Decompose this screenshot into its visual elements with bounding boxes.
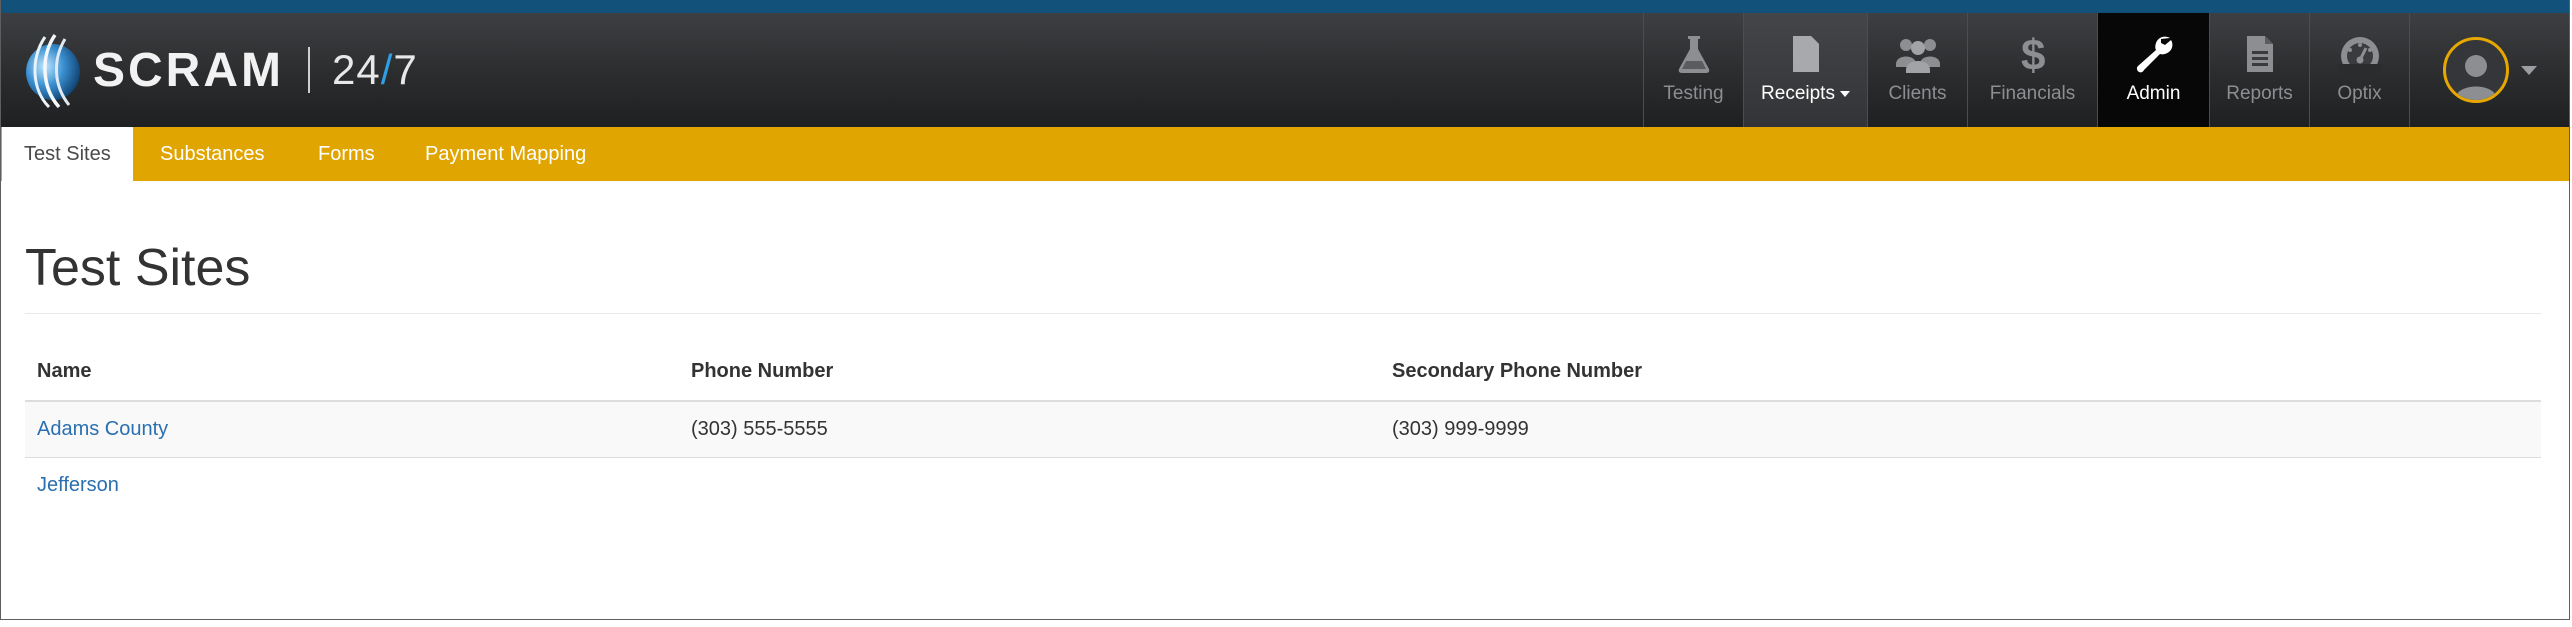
nav-financials-label: Financials — [1989, 83, 2076, 104]
flask-icon — [1676, 31, 1712, 77]
nav-optix[interactable]: Optix — [2309, 13, 2409, 127]
phone-cell: (303) 555-5555 — [691, 418, 828, 440]
svg-text:$: $ — [1800, 49, 1810, 69]
brand-suffix-24: 24 — [332, 46, 381, 93]
title-divider — [25, 313, 2541, 314]
nav-testing[interactable]: Testing — [1643, 13, 1743, 127]
nav-financials[interactable]: $ Financials — [1967, 13, 2097, 127]
dashboard-gauge-icon — [2337, 31, 2382, 77]
nav-receipts-label: Receipts — [1761, 83, 1850, 105]
nav-receipts[interactable]: $ Receipts — [1743, 13, 1867, 127]
nav-testing-label: Testing — [1663, 83, 1724, 104]
caret-down-icon — [1839, 90, 1850, 97]
column-header-secondary-phone[interactable]: Secondary Phone Number — [1392, 360, 1642, 383]
test-sites-table: Name Phone Number Secondary Phone Number… — [25, 350, 2541, 513]
top-navbar: SCRAM 24/7 Testing $ Receipts Clients $ … — [1, 13, 2569, 127]
dollar-icon: $ — [2018, 31, 2048, 77]
users-icon — [1894, 31, 1942, 77]
scram-swirl-icon — [26, 33, 80, 109]
secondary-phone-cell: (303) 999-9999 — [1392, 418, 1529, 440]
svg-text:$: $ — [2021, 32, 2045, 76]
brand-logo[interactable]: SCRAM 24/7 — [23, 27, 418, 113]
nav-optix-label: Optix — [2337, 83, 2382, 104]
nav-reports-label: Reports — [2226, 83, 2293, 104]
wrench-icon — [2134, 31, 2174, 77]
brand-name: SCRAM — [93, 43, 284, 97]
nav-admin[interactable]: Admin — [2097, 13, 2209, 127]
brand-suffix: 24/7 — [332, 46, 418, 94]
brand-suffix-7: 7 — [393, 46, 418, 93]
chevron-down-icon — [2520, 65, 2537, 75]
table-row: Jefferson — [25, 458, 2541, 513]
main-nav: Testing $ Receipts Clients $ Financials — [1643, 13, 2569, 127]
tab-test-sites[interactable]: Test Sites — [2, 127, 133, 181]
brand-divider — [308, 47, 310, 93]
site-name-link[interactable]: Jefferson — [37, 474, 119, 497]
app-window: SCRAM 24/7 Testing $ Receipts Clients $ … — [0, 0, 2570, 620]
user-menu[interactable] — [2409, 13, 2569, 127]
table-header: Name Phone Number Secondary Phone Number — [25, 350, 2541, 402]
column-header-name[interactable]: Name — [37, 360, 91, 383]
site-name-link[interactable]: Adams County — [37, 418, 168, 441]
user-avatar-icon — [2442, 37, 2509, 103]
top-accent-bar — [1, 0, 2569, 13]
nav-clients[interactable]: Clients — [1867, 13, 1967, 127]
nav-receipts-text: Receipts — [1761, 83, 1835, 104]
nav-admin-label: Admin — [2126, 83, 2181, 104]
nav-reports[interactable]: Reports — [2209, 13, 2309, 127]
tab-forms[interactable]: Forms — [318, 127, 375, 181]
tab-substances[interactable]: Substances — [160, 127, 265, 181]
admin-subnav: Test Sites Substances Forms Payment Mapp… — [1, 127, 2569, 181]
nav-clients-label: Clients — [1888, 83, 1947, 104]
table-row: Adams County (303) 555-5555 (303) 999-99… — [25, 402, 2541, 458]
document-icon — [2243, 31, 2277, 77]
column-header-phone[interactable]: Phone Number — [691, 360, 833, 383]
receipt-dollar-icon: $ — [1789, 31, 1823, 77]
tab-payment-mapping[interactable]: Payment Mapping — [425, 127, 586, 181]
brand-suffix-slash: / — [380, 46, 394, 93]
page-title: Test Sites — [25, 239, 251, 297]
